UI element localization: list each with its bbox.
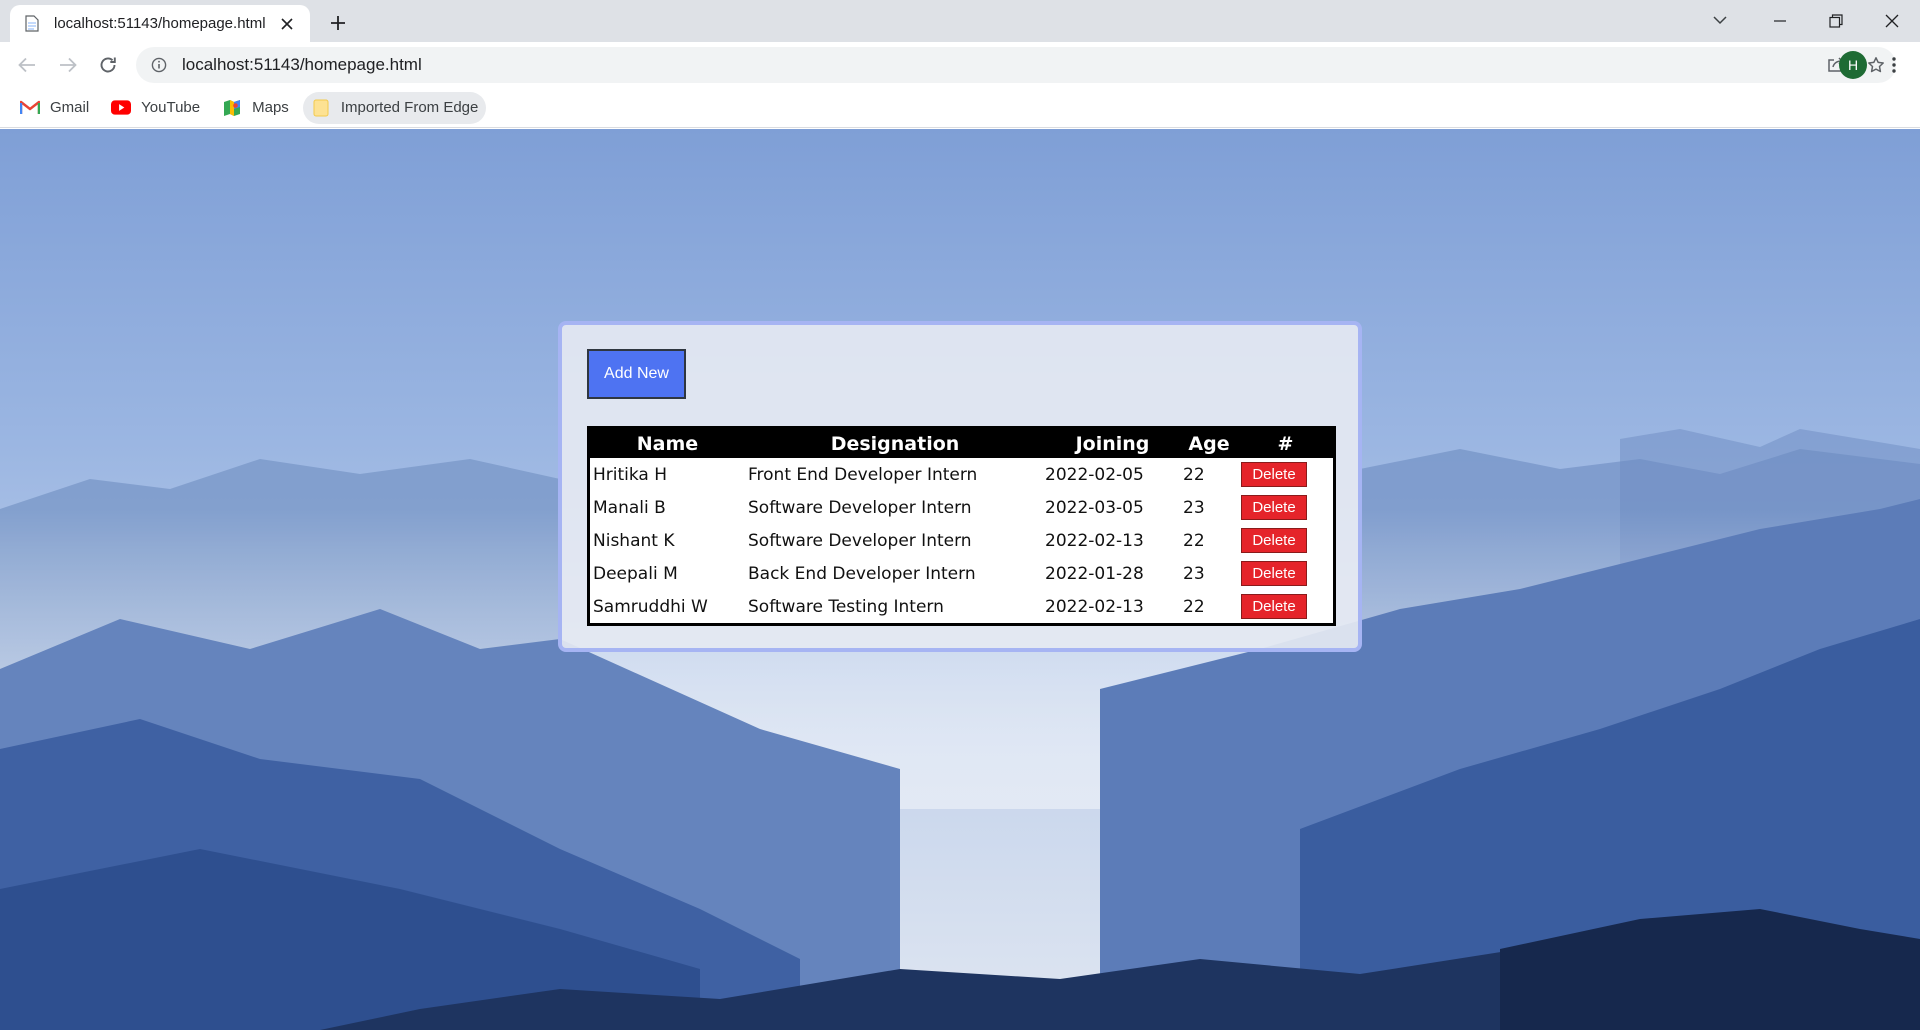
bookmark-folder-imported[interactable]: Imported From Edge	[302, 91, 487, 124]
table-row: Nishant K Software Developer Intern 2022…	[590, 524, 1333, 557]
page-icon	[24, 15, 40, 33]
close-window-icon[interactable]	[1864, 0, 1920, 42]
header-name: Name	[636, 432, 699, 455]
cell-age: 22	[1183, 596, 1205, 617]
reload-icon[interactable]	[92, 49, 124, 81]
cell-name: Samruddhi W	[593, 596, 708, 617]
cell-designation: Front End Developer Intern	[748, 464, 978, 485]
profile-avatar[interactable]: H	[1839, 51, 1867, 79]
cell-joining: 2022-01-28	[1045, 563, 1144, 584]
delete-button[interactable]: Delete	[1241, 495, 1307, 520]
table-header-row: Name Designation Joining Age #	[590, 429, 1333, 458]
bookmark-youtube[interactable]: YouTube	[103, 92, 208, 124]
table-row: Deepali M Back End Developer Intern 2022…	[590, 557, 1333, 590]
delete-button[interactable]: Delete	[1241, 594, 1307, 619]
employee-table-frame: Name Designation Joining Age # Hritika H…	[587, 426, 1336, 626]
bookmark-label: YouTube	[141, 99, 201, 116]
cell-joining: 2022-02-13	[1045, 596, 1144, 617]
site-info-icon[interactable]	[150, 56, 168, 74]
header-action: #	[1277, 432, 1294, 455]
more-menu-icon[interactable]	[1880, 51, 1908, 79]
cell-action: Delete	[1238, 524, 1333, 557]
gmail-icon	[20, 99, 40, 117]
delete-button[interactable]: Delete	[1241, 462, 1307, 487]
youtube-icon	[111, 99, 132, 117]
cell-age: 23	[1183, 563, 1205, 584]
window-controls	[1752, 0, 1920, 42]
close-tab-icon[interactable]	[276, 13, 298, 35]
cell-name: Manali B	[593, 497, 666, 518]
cell-name: Nishant K	[593, 530, 675, 551]
add-new-button[interactable]: Add New	[587, 349, 686, 399]
cell-joining: 2022-03-05	[1045, 497, 1144, 518]
cell-designation: Back End Developer Intern	[748, 563, 976, 584]
folder-icon	[311, 99, 331, 117]
bookmark-gmail[interactable]: Gmail	[12, 92, 97, 124]
cell-action: Delete	[1238, 458, 1333, 491]
cell-designation: Software Testing Intern	[748, 596, 944, 617]
employee-card: Add New Name Designation Joining Age # H…	[558, 321, 1362, 652]
browser-toolbar: localhost:51143/homepage.html H	[0, 42, 1920, 88]
back-arrow-icon[interactable]	[11, 49, 43, 81]
bookmark-label: Gmail	[50, 99, 90, 116]
cell-age: 23	[1183, 497, 1205, 518]
cell-joining: 2022-02-05	[1045, 464, 1144, 485]
page-viewport: Add New Name Designation Joining Age # H…	[0, 129, 1920, 1030]
cell-action: Delete	[1238, 491, 1333, 524]
address-bar[interactable]: localhost:51143/homepage.html	[136, 47, 1896, 83]
cell-age: 22	[1183, 464, 1205, 485]
maps-icon	[222, 99, 242, 117]
table-row: Manali B Software Developer Intern 2022-…	[590, 491, 1333, 524]
bookmark-label: Maps	[252, 99, 289, 116]
delete-button[interactable]: Delete	[1241, 528, 1307, 553]
header-designation: Designation	[830, 432, 960, 455]
tab-title: localhost:51143/homepage.html	[54, 15, 266, 32]
new-tab-button[interactable]	[324, 9, 352, 37]
bookmarks-bar: Gmail YouTube Maps Imported From Edge	[0, 88, 1920, 128]
cell-action: Delete	[1238, 590, 1333, 623]
cell-age: 22	[1183, 530, 1205, 551]
tab-search-icon[interactable]	[1706, 6, 1734, 34]
cell-name: Deepali M	[593, 563, 678, 584]
forward-arrow-icon[interactable]	[52, 49, 84, 81]
browser-tab[interactable]: localhost:51143/homepage.html	[10, 5, 310, 42]
delete-button[interactable]: Delete	[1241, 561, 1307, 586]
cell-name: Hritika H	[593, 464, 668, 485]
bookmark-maps[interactable]: Maps	[214, 92, 297, 124]
table-row: Samruddhi W Software Testing Intern 2022…	[590, 590, 1333, 623]
tab-strip: localhost:51143/homepage.html	[0, 0, 1920, 42]
employee-table: Name Designation Joining Age # Hritika H…	[590, 429, 1333, 623]
cell-designation: Software Developer Intern	[748, 497, 972, 518]
header-joining: Joining	[1075, 432, 1150, 455]
cell-designation: Software Developer Intern	[748, 530, 972, 551]
cell-joining: 2022-02-13	[1045, 530, 1144, 551]
url-text: localhost:51143/homepage.html	[182, 55, 422, 74]
table-row: Hritika H Front End Developer Intern 202…	[590, 458, 1333, 491]
header-age: Age	[1188, 432, 1230, 455]
restore-icon[interactable]	[1808, 0, 1864, 42]
bookmark-label: Imported From Edge	[340, 99, 479, 116]
minimize-icon[interactable]	[1752, 0, 1808, 42]
cell-action: Delete	[1238, 557, 1333, 590]
